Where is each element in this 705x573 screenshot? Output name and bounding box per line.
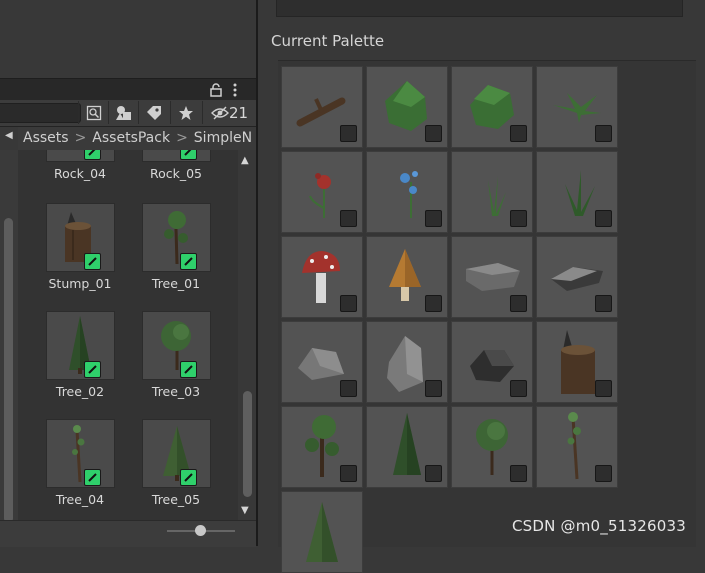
label-tag-icon[interactable] — [138, 101, 169, 124]
palette-item[interactable] — [536, 406, 618, 488]
palette-item[interactable] — [366, 151, 448, 233]
asset-thumbnail — [46, 203, 115, 272]
palette-item[interactable] — [366, 66, 448, 148]
palette-item[interactable] — [281, 236, 363, 318]
palette-item-checkbox[interactable] — [340, 295, 357, 312]
palette-item[interactable] — [451, 151, 533, 233]
palette-item[interactable] — [281, 66, 363, 148]
project-panel-header — [0, 78, 256, 101]
palette-item[interactable] — [451, 236, 533, 318]
pencil-badge-icon — [180, 361, 197, 378]
palette-item-checkbox[interactable] — [425, 210, 442, 227]
palette-item-checkbox[interactable] — [340, 380, 357, 397]
palette-item-checkbox[interactable] — [425, 125, 442, 142]
asset-thumbnail — [142, 311, 211, 380]
pencil-badge-icon — [180, 150, 197, 160]
search-input[interactable] — [0, 103, 81, 123]
chevron-right-icon: > — [74, 130, 87, 146]
palette-item-checkbox[interactable] — [510, 465, 527, 482]
palette-item[interactable] — [536, 66, 618, 148]
palette-item-checkbox[interactable] — [510, 210, 527, 227]
pencil-badge-icon — [84, 253, 101, 270]
chevron-right-icon: > — [176, 130, 188, 146]
pencil-badge-icon — [84, 469, 101, 486]
palette-item-checkbox[interactable] — [340, 125, 357, 142]
pencil-badge-icon — [84, 150, 101, 160]
search-box-icon[interactable] — [78, 101, 109, 124]
palette-item-checkbox[interactable] — [425, 465, 442, 482]
palette-item[interactable] — [366, 321, 448, 403]
asset-thumbnail — [46, 419, 115, 488]
shapes-filter-icon[interactable] — [108, 101, 139, 124]
triangle-down-icon[interactable]: ▼ — [241, 505, 249, 516]
palette-item[interactable] — [281, 491, 363, 573]
asset-thumbnail — [142, 203, 211, 272]
asset-thumbnail — [142, 150, 211, 162]
asset-grid-scroll-thumb[interactable] — [243, 391, 252, 497]
hidden-toggle[interactable]: 21 — [202, 101, 263, 124]
palette-item[interactable] — [536, 236, 618, 318]
palette-item[interactable] — [281, 151, 363, 233]
palette-item[interactable] — [536, 151, 618, 233]
palette-item[interactable] — [281, 406, 363, 488]
palette-item[interactable] — [281, 321, 363, 403]
palette-settings-box — [276, 0, 683, 17]
asset-thumbnail — [46, 150, 115, 162]
asset-label: Tree_01 — [151, 276, 201, 291]
asset-thumbnail — [142, 419, 211, 488]
palette-item[interactable] — [451, 321, 533, 403]
asset-label: Rock_05 — [149, 166, 203, 181]
palette-title: Current Palette — [271, 32, 385, 50]
asset-grid: Rock_04 Rock_05 Stump_01 Tree_01 Tree_02 — [18, 150, 238, 520]
palette-item-checkbox[interactable] — [595, 125, 612, 142]
palette-item[interactable] — [451, 66, 533, 148]
palette-item-checkbox[interactable] — [425, 380, 442, 397]
asset-label: Stump_01 — [48, 276, 112, 291]
palette-item-checkbox[interactable] — [595, 380, 612, 397]
breadcrumb-item[interactable]: SimpleN — [194, 130, 252, 146]
asset-label: Tree_04 — [55, 492, 105, 507]
palette-item[interactable] — [366, 406, 448, 488]
asset-label: Tree_05 — [151, 492, 201, 507]
pencil-badge-icon — [180, 469, 197, 486]
left-panel-top — [0, 0, 256, 78]
triangle-up-icon[interactable]: ▲ — [241, 155, 249, 166]
palette-item-checkbox[interactable] — [510, 125, 527, 142]
watermark: CSDN @m0_51326033 — [512, 517, 686, 535]
palette-item-checkbox[interactable] — [340, 210, 357, 227]
palette-item[interactable] — [366, 236, 448, 318]
breadcrumb-item[interactable]: Assets — [18, 130, 69, 146]
palette-item[interactable] — [536, 321, 618, 403]
palette-item-checkbox[interactable] — [595, 295, 612, 312]
palette-grid — [278, 60, 696, 573]
palette-item-checkbox[interactable] — [425, 295, 442, 312]
palette-item-checkbox[interactable] — [595, 210, 612, 227]
palette-item[interactable] — [451, 406, 533, 488]
palette-item-checkbox[interactable] — [595, 465, 612, 482]
zoom-slider-knob[interactable] — [195, 525, 206, 536]
palette-item-checkbox[interactable] — [510, 380, 527, 397]
triangle-left-icon[interactable]: ◀ — [5, 130, 13, 141]
breadcrumb-item[interactable]: AssetsPack — [92, 130, 170, 146]
breadcrumb: Assets > AssetsPack > SimpleN — [18, 127, 256, 151]
palette-item-checkbox[interactable] — [510, 295, 527, 312]
eye-slash-icon — [211, 106, 229, 119]
project-footer — [0, 520, 256, 547]
pencil-badge-icon — [84, 361, 101, 378]
star-icon[interactable] — [170, 101, 201, 124]
asset-label: Tree_02 — [55, 384, 105, 399]
asset-label: Rock_04 — [53, 166, 107, 181]
folder-tree-scroll-thumb[interactable] — [4, 218, 13, 523]
hidden-count: 21 — [229, 103, 249, 122]
pencil-badge-icon — [180, 253, 197, 270]
palette-item-checkbox[interactable] — [340, 465, 357, 482]
asset-thumbnail — [46, 311, 115, 380]
asset-label: Tree_03 — [151, 384, 201, 399]
